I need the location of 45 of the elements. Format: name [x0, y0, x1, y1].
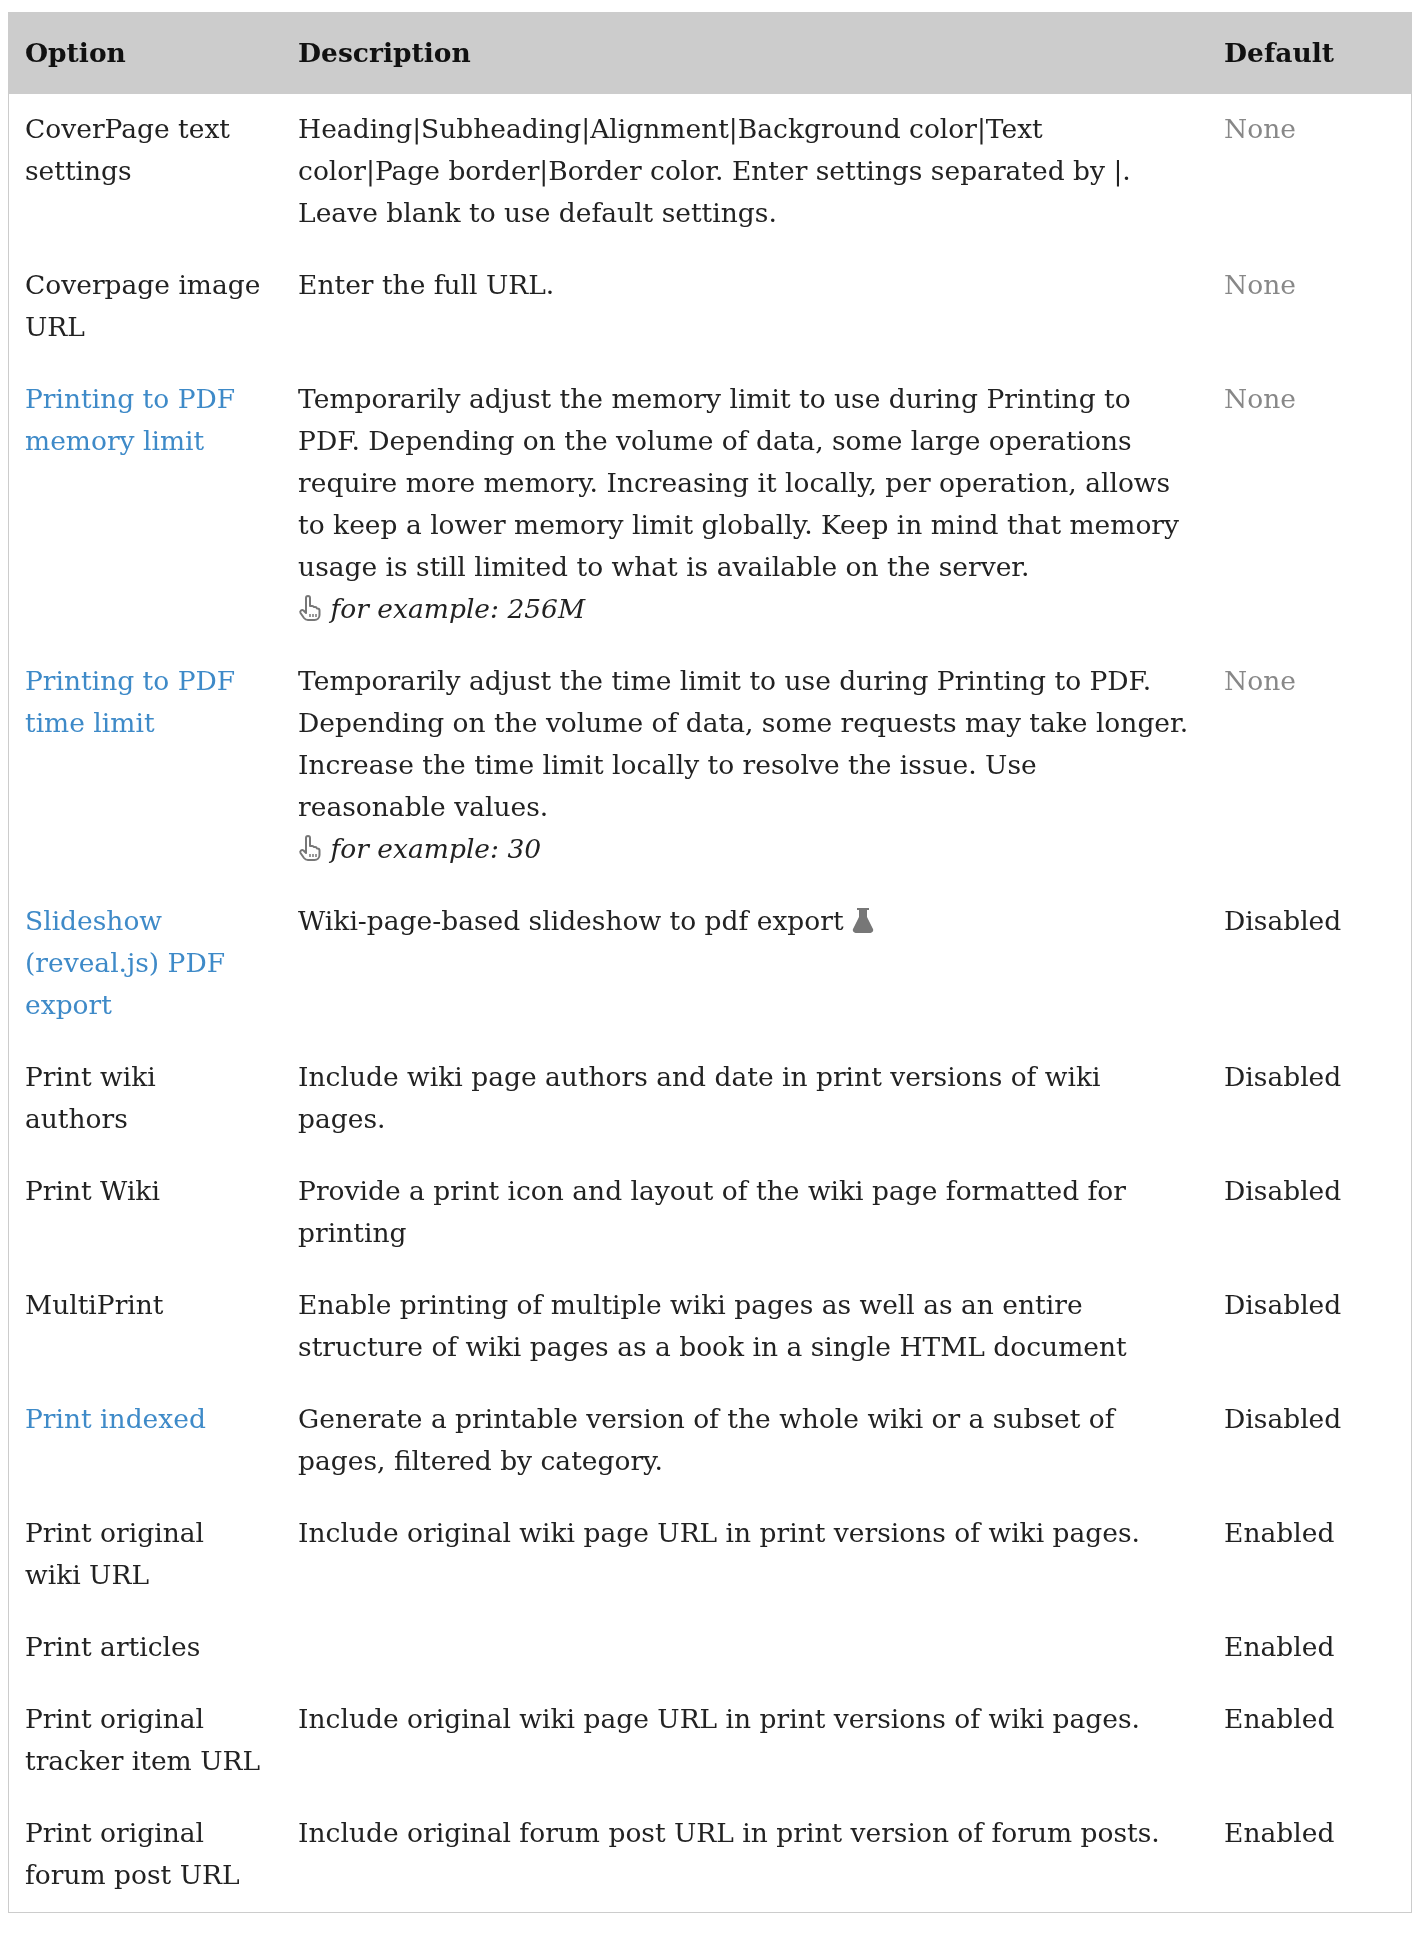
option-description: Include wiki page authors and date in print versions of wiki pages.: [298, 1061, 1101, 1134]
option-description: Include original wiki page URL in print versions of wiki pages.: [298, 1703, 1140, 1734]
option-link[interactable]: Print indexed: [25, 1398, 267, 1440]
option-description: Include original forum post URL in print version of forum posts.: [298, 1817, 1160, 1848]
option-description: Temporarily adjust the time limit to use during Printing to PDF. Depending on the volume of data, some requests may take longer. Increase the time limit locally to resolve the issue. Use reasonable values.: [298, 665, 1189, 822]
option-description: Include original wiki page URL in print versions of wiki pages.: [298, 1517, 1140, 1548]
option-name: CoverPage text settings: [25, 113, 230, 186]
option-description: Provide a print icon and layout of the wiki page formatted for printing: [298, 1175, 1126, 1248]
default-value: Disabled: [1224, 1061, 1342, 1092]
option-description: Generate a printable version of the whole wiki or a subset of pages, filtered by category.: [298, 1403, 1115, 1476]
default-value: None: [1224, 383, 1296, 414]
default-value: None: [1224, 665, 1296, 696]
default-value: Disabled: [1224, 1403, 1342, 1434]
default-value: Enabled: [1224, 1631, 1335, 1662]
default-value: Enabled: [1224, 1817, 1335, 1848]
default-value: Disabled: [1224, 905, 1342, 936]
pointing-hand-icon: [298, 835, 323, 861]
option-link[interactable]: Printing to PDF memory limit: [25, 378, 267, 462]
option-link[interactable]: Printing to PDF time limit: [25, 660, 267, 744]
option-name: Print wiki authors: [25, 1061, 156, 1134]
option-name: Print Wiki: [25, 1175, 160, 1206]
option-description: Temporarily adjust the memory limit to use during Printing to PDF. Depending on the volume of data, some large operations require more memory. Increasing it locally, per operation, allows to keep a lower memory limit globally. Keep in mind that memory usage is still limited to what is available on the server.: [298, 383, 1179, 582]
option-name: Print articles: [25, 1631, 201, 1662]
example-text: for example: 256M: [330, 593, 586, 624]
option-description: Wiki-page-based slideshow to pdf export: [298, 905, 844, 936]
column-header: Description: [298, 37, 471, 68]
option-name: Print original wiki URL: [25, 1517, 204, 1590]
option-name: Print original forum post URL: [25, 1817, 240, 1890]
option-description: Enable printing of multiple wiki pages as well as an entire structure of wiki pages as a book in a single HTML document: [298, 1289, 1127, 1362]
option-name: Coverpage image URL: [25, 269, 261, 342]
default-value: Disabled: [1224, 1289, 1342, 1320]
default-value: None: [1224, 113, 1296, 144]
default-value: Enabled: [1224, 1517, 1335, 1548]
column-header: Default: [1224, 37, 1335, 68]
option-name: Print original tracker item URL: [25, 1703, 261, 1776]
column-header: Option: [25, 37, 126, 68]
option-description: Enter the full URL.: [298, 269, 555, 300]
option-description: Heading|Subheading|Alignment|Background color|Text color|Page border|Border color. Enter settings separated by |. Leave blank to use default settings.: [298, 113, 1131, 228]
option-name: MultiPrint: [25, 1289, 164, 1320]
option-link[interactable]: Slideshow (reveal.js) PDF export: [25, 900, 267, 1026]
pointing-hand-icon: [298, 595, 323, 621]
default-value: None: [1224, 269, 1296, 300]
default-value: Enabled: [1224, 1703, 1335, 1734]
example-text: for example: 30: [330, 833, 542, 864]
default-value: Disabled: [1224, 1175, 1342, 1206]
